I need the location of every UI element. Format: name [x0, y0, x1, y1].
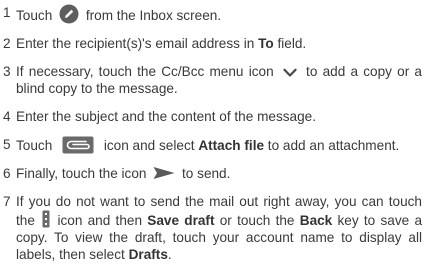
step-text: If necessary, touch the Cc/Bcc menu icon	[16, 64, 274, 79]
instruction-steps: 1 Touch from the Inbox screen. 2 Enter t…	[0, 0, 424, 263]
step-7: 7 If you do not want to send the mail ou…	[3, 193, 422, 263]
step-number: 1	[3, 5, 11, 20]
attach-file-label: Attach file	[198, 138, 265, 153]
step-text: to send.	[182, 166, 231, 181]
send-arrow-icon	[153, 166, 175, 180]
step-2: 2 Enter the recipient(s)'s email address…	[3, 35, 422, 52]
step-number: 2	[3, 36, 11, 51]
step-4: 4 Enter the subject and the content of t…	[3, 108, 422, 125]
step-text: field.	[273, 36, 307, 51]
step-number: 6	[3, 166, 11, 181]
step-number: 3	[3, 64, 11, 79]
step-text: Enter the subject and the content of the…	[16, 109, 317, 124]
step-text: icon and then	[57, 213, 148, 228]
chevron-down-icon	[283, 68, 297, 78]
step-3: 3 If necessary, touch the Cc/Bcc menu ic…	[3, 63, 422, 97]
step-1: 1 Touch from the Inbox screen.	[3, 4, 422, 24]
step-text: Enter the recipient(s)'s email address i…	[16, 36, 259, 51]
overflow-menu-icon	[42, 210, 50, 228]
back-key-label: Back	[299, 213, 333, 228]
compose-pencil-icon	[59, 4, 79, 24]
step-text: from the Inbox screen.	[85, 8, 222, 23]
drafts-label: Drafts	[128, 247, 168, 262]
step-text: icon and select	[103, 138, 199, 153]
step-text: to add an attachment.	[264, 138, 400, 153]
step-text: Touch	[16, 138, 53, 153]
step-text: Finally, touch the icon	[16, 166, 147, 181]
step-number: 7	[3, 194, 11, 209]
step-text: or touch the	[214, 213, 300, 228]
step-number: 5	[3, 137, 11, 152]
step-5: 5 Touch icon and select Attach file to a…	[3, 136, 422, 154]
step-number: 4	[3, 109, 11, 124]
paperclip-icon	[62, 136, 94, 154]
save-draft-label: Save draft	[147, 213, 215, 228]
step-text: Touch	[16, 8, 53, 23]
to-field-label: To	[258, 36, 274, 51]
step-text: .	[167, 247, 172, 262]
step-6: 6 Finally, touch the icon to send.	[3, 165, 422, 182]
